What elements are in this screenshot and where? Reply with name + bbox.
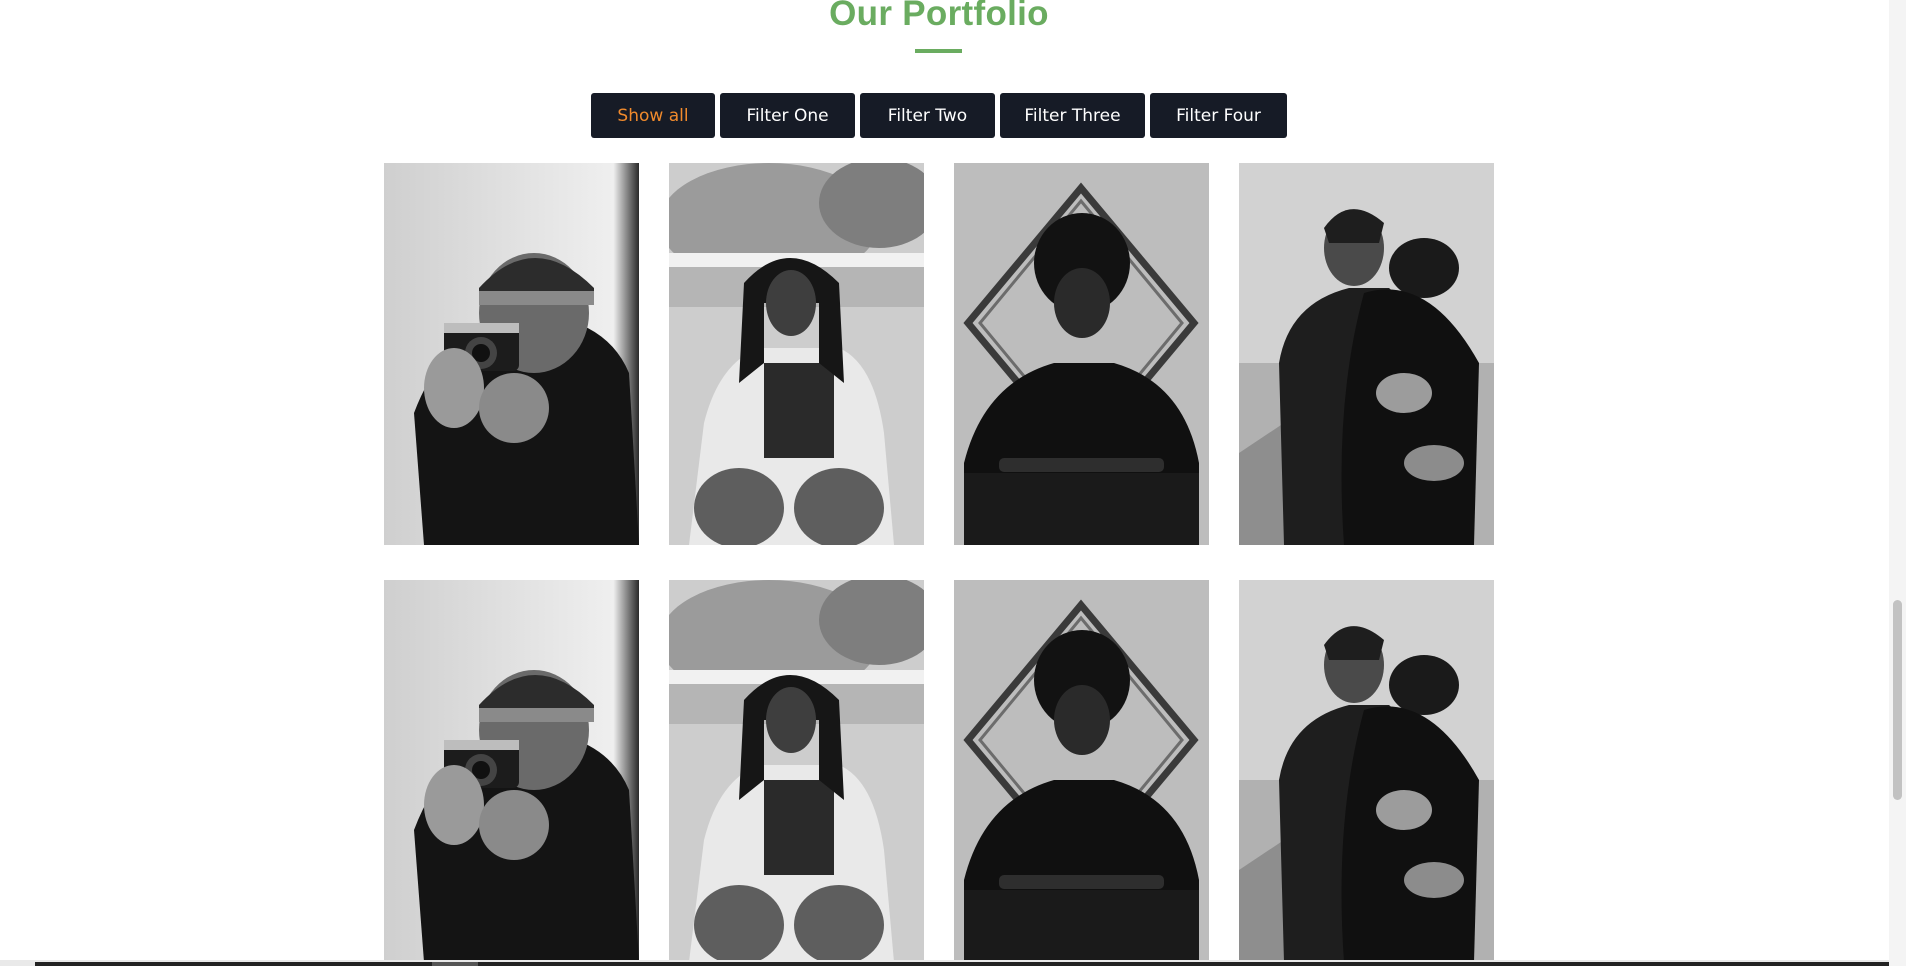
filter-one-button[interactable]: Filter One (720, 93, 855, 138)
couple-embracing-photo (1239, 163, 1494, 545)
filter-three-button[interactable]: Filter Three (1000, 93, 1145, 138)
horizontal-scrollbar-thumb[interactable] (432, 962, 478, 966)
horizontal-scrollbar-track-right (380, 962, 1889, 966)
portfolio-item[interactable] (384, 163, 639, 545)
vertical-scrollbar-thumb[interactable] (1893, 600, 1902, 800)
portfolio-grid (384, 163, 1494, 962)
portfolio-item[interactable] (669, 163, 924, 545)
filter-show-all-button[interactable]: Show all (591, 93, 715, 138)
vertical-scrollbar[interactable] (1889, 0, 1906, 966)
filter-four-button[interactable]: Filter Four (1150, 93, 1287, 138)
man-with-camera-photo (384, 163, 639, 545)
portfolio-item[interactable] (1239, 163, 1494, 545)
filter-bar: Show all Filter One Filter Two Filter Th… (0, 93, 1878, 138)
woman-with-braids-photo (669, 580, 924, 962)
woman-with-braids-photo (669, 163, 924, 545)
woman-with-frame-photo (954, 163, 1209, 545)
woman-with-frame-photo (954, 580, 1209, 962)
filter-two-button[interactable]: Filter Two (860, 93, 995, 138)
title-underline (915, 49, 962, 53)
man-with-camera-photo (384, 580, 639, 962)
portfolio-item[interactable] (1239, 580, 1494, 962)
portfolio-item[interactable] (384, 580, 639, 962)
horizontal-scrollbar[interactable] (0, 960, 1889, 966)
couple-embracing-photo (1239, 580, 1494, 962)
portfolio-item[interactable] (669, 580, 924, 962)
horizontal-scrollbar-track-left (35, 962, 380, 966)
portfolio-item[interactable] (954, 163, 1209, 545)
portfolio-item[interactable] (954, 580, 1209, 962)
section-title: Our Portfolio (829, 0, 1049, 33)
